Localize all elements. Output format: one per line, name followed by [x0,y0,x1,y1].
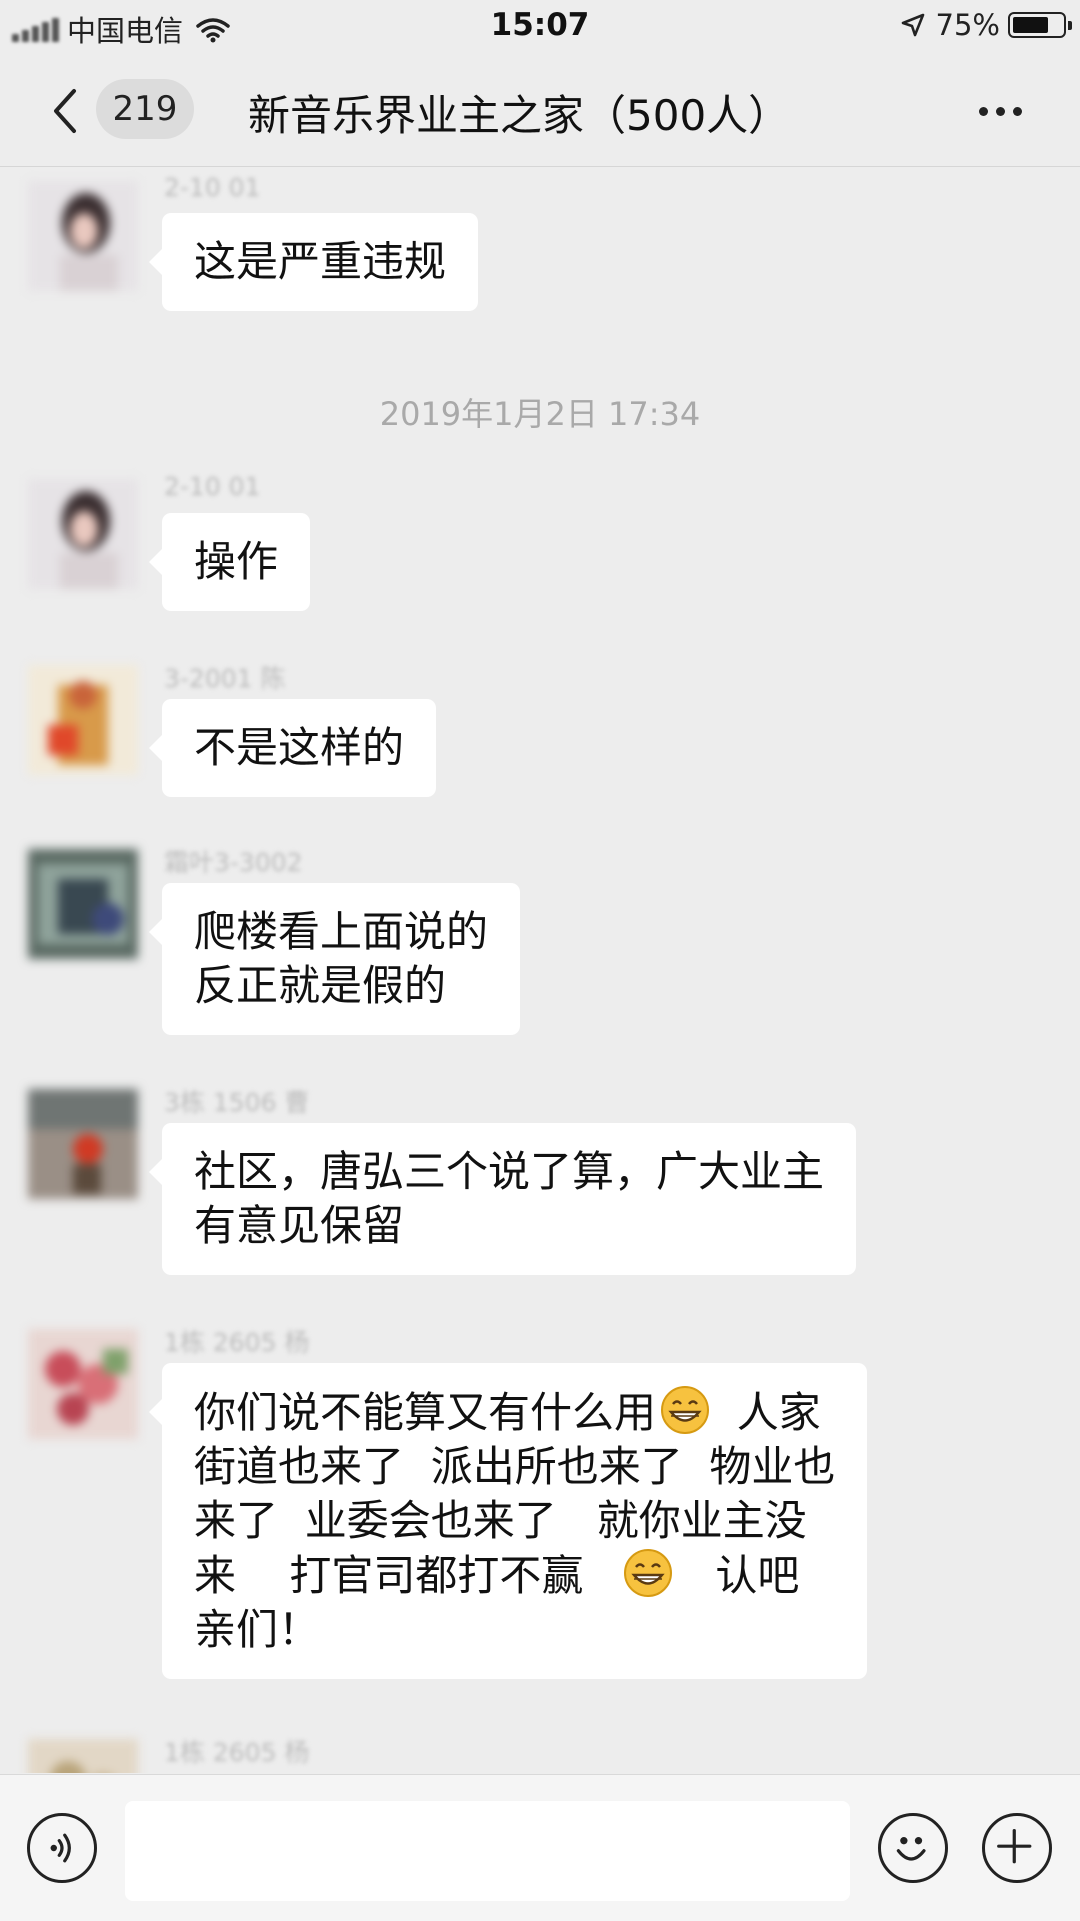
sender-name: 2-10 01 [164,472,261,501]
message-text: 爬楼看上面说的 [194,907,489,956]
sender-name: 3栋 1506 曹 [164,1088,310,1117]
battery-percent: 75% [935,8,1000,42]
plus-icon[interactable] [982,1813,1052,1883]
chat-nav-bar: 219 新音乐界业主之家（500人） [0,56,1080,167]
more-dots-icon[interactable] [970,86,1030,136]
message-text: 街道也来了 派出所也来了 物业也 [194,1442,836,1491]
sender-name: 1栋 2605 杨 [164,1328,310,1357]
message-bubble[interactable]: 社区，唐弘三个说了算，广大业主 有意见保留 [148,1123,857,1275]
sender-name: 3-2001 陈 [164,664,286,693]
avatar[interactable] [28,1329,138,1439]
avatar[interactable] [28,181,138,291]
chat-input-bar [0,1774,1080,1921]
message-text: 反正就是假的 [194,961,447,1010]
avatar[interactable] [28,1089,138,1199]
avatar[interactable] [28,665,138,775]
grinning-emoji [661,1386,710,1434]
message-text: 来 打官司都打不赢 认吧 [194,1548,835,1603]
status-bar: 中国电信 15:07 75% [0,0,1080,56]
message-text: 有意见保留 [194,1201,405,1250]
avatar[interactable] [28,479,138,589]
chat-timestamp: 2019年1月2日 17:34 [379,395,701,433]
message-text-part: 来 打官司都打不赢 [194,1551,584,1600]
sender-name: 霜叶3-3002 [164,848,303,877]
chevron-left-icon[interactable] [44,86,88,136]
message-bubble[interactable]: 你们说不能算又有什么用 人家 街道也来了 派出所也来了 物业也 来了 业委会也来… [148,1363,868,1679]
battery-level [1013,17,1048,33]
unread-count-badge[interactable]: 219 [96,79,194,139]
grinning-emoji [624,1549,673,1597]
message-text: 你们说不能算又有什么用 人家 [194,1385,835,1440]
message-bubble[interactable]: 不是这样的 [148,699,437,797]
location-arrow-icon [901,13,924,37]
chat-title: 新音乐界业主之家（500人） [248,91,791,140]
message-list[interactable]: 2-10 01 这是严重违规 2019年1月2日 17:34 2-10 01 操… [0,167,1080,1773]
status-right: 75% [900,8,1072,42]
message-text-part: 认吧 [715,1551,800,1600]
message-bubble[interactable]: 这是严重违规 [148,213,479,311]
sender-name: 1栋 2605 杨 [164,1738,310,1767]
avatar[interactable] [28,849,138,959]
message-text: 亲们！ [194,1605,321,1654]
message-text: 操作 [194,537,279,586]
message-bubble[interactable]: 操作 [148,513,311,611]
message-input[interactable] [125,1801,850,1901]
message-text-part: 你们说不能算又有什么用 [194,1388,657,1437]
message-bubble[interactable]: 爬楼看上面说的 反正就是假的 [148,883,521,1035]
message-text: 不是这样的 [194,723,405,772]
message-text: 来了 业委会也来了 就你业主没 [194,1496,807,1545]
message-text: 这是严重违规 [194,237,447,286]
message-text: 社区，唐弘三个说了算，广大业主 [194,1147,825,1196]
emoji-smile-icon[interactable] [878,1813,948,1883]
sender-name: 2-10 01 [164,173,261,202]
voice-icon[interactable] [27,1813,97,1883]
battery-icon [1008,12,1072,38]
message-text-part: 人家 [710,1388,821,1437]
avatar[interactable] [28,1739,138,1773]
